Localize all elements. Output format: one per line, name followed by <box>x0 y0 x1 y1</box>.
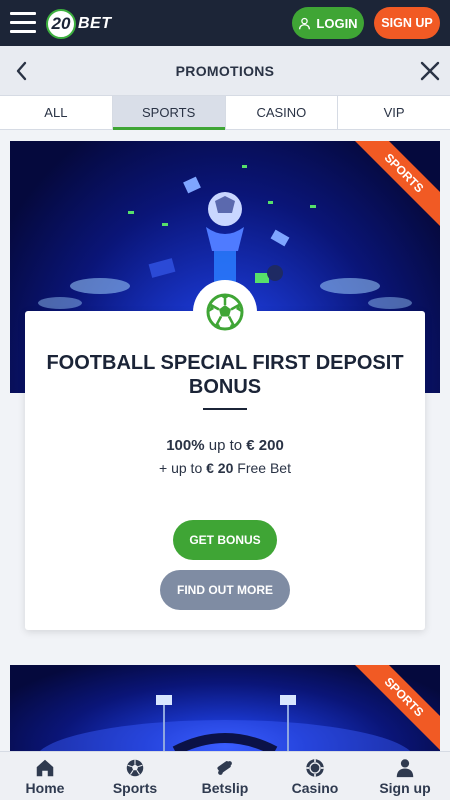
promo-banner-image-2: SPORTS <box>10 665 440 751</box>
top-header: 20 BET LOGIN SIGN UP <box>0 0 450 46</box>
tab-casino[interactable]: CASINO <box>226 96 339 129</box>
promo-card: FOOTBALL SPECIAL FIRST DEPOSIT BONUS 100… <box>25 311 425 630</box>
nav-signup-label: Sign up <box>379 779 431 796</box>
football-icon <box>126 759 144 776</box>
bottom-navigation: Home Sports Betslip Casino Sign up <box>0 751 450 800</box>
promo-category-tabs: ALL SPORTS CASINO VIP <box>0 96 450 130</box>
nav-sports-label: Sports <box>112 779 158 796</box>
betslip-icon <box>217 760 232 775</box>
tab-all[interactable]: ALL <box>0 96 113 129</box>
nav-betslip[interactable]: Betslip <box>180 752 270 800</box>
logo-text: BET <box>78 15 112 32</box>
home-icon <box>36 759 54 776</box>
logo-badge: 20 <box>46 9 76 39</box>
football-icon <box>206 293 244 331</box>
nav-casino[interactable]: Casino <box>270 752 360 800</box>
nav-home-label: Home <box>25 779 65 796</box>
freebet-prefix: + up to <box>159 460 207 476</box>
nav-home[interactable]: Home <box>0 752 90 800</box>
nav-casino-label: Casino <box>291 779 339 796</box>
promotions-titlebar: PROMOTIONS <box>0 46 450 96</box>
casino-chip-icon <box>306 758 324 777</box>
promo-title: FOOTBALL SPECIAL FIRST DEPOSIT BONUS <box>46 352 404 398</box>
user-outline-icon <box>299 17 311 29</box>
page-title: PROMOTIONS <box>175 63 275 79</box>
promo-freebet-line: + up to € 20 Free Bet <box>25 460 425 476</box>
offer-mid-text: up to <box>204 437 247 454</box>
signup-button[interactable]: SIGN UP <box>374 7 440 39</box>
freebet-suffix: Free Bet <box>233 460 291 476</box>
nav-sports[interactable]: Sports <box>90 752 180 800</box>
logo[interactable]: 20 BET <box>46 9 112 39</box>
offer-amount: € 200 <box>246 437 284 454</box>
close-icon[interactable] <box>418 59 442 83</box>
user-icon <box>396 758 414 777</box>
tab-sports[interactable]: SPORTS <box>112 96 226 130</box>
nav-betslip-label: Betslip <box>201 779 249 796</box>
freebet-amount: € 20 <box>206 460 234 476</box>
find-out-more-button[interactable]: FIND OUT MORE <box>160 570 290 610</box>
get-bonus-button[interactable]: GET BONUS <box>173 520 277 560</box>
menu-icon[interactable] <box>10 12 36 34</box>
title-divider <box>203 408 247 410</box>
login-label: LOGIN <box>316 15 358 31</box>
football-badge <box>193 280 257 344</box>
promo-offer-line: 100% up to € 200 <box>25 437 425 454</box>
login-button[interactable]: LOGIN <box>292 7 364 39</box>
offer-percent: 100% <box>166 437 205 454</box>
tab-vip[interactable]: VIP <box>338 96 450 129</box>
nav-signup[interactable]: Sign up <box>360 752 450 800</box>
